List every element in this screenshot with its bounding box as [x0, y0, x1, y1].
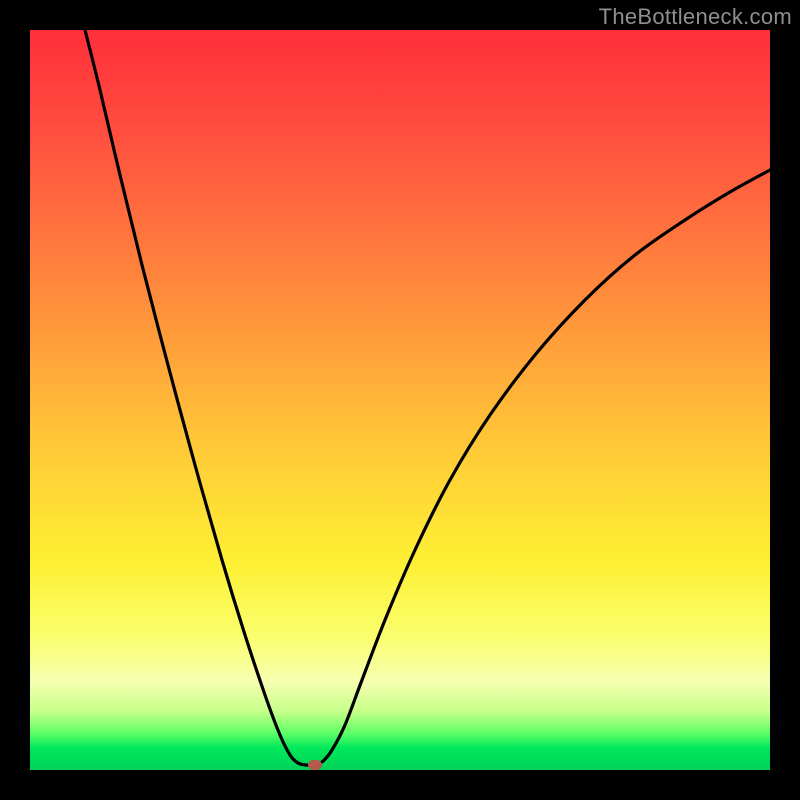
plot-area — [30, 30, 770, 770]
watermark-text: TheBottleneck.com — [599, 4, 792, 30]
minimum-marker — [308, 760, 322, 770]
chart-frame: TheBottleneck.com — [0, 0, 800, 800]
bottleneck-curve — [30, 30, 770, 770]
